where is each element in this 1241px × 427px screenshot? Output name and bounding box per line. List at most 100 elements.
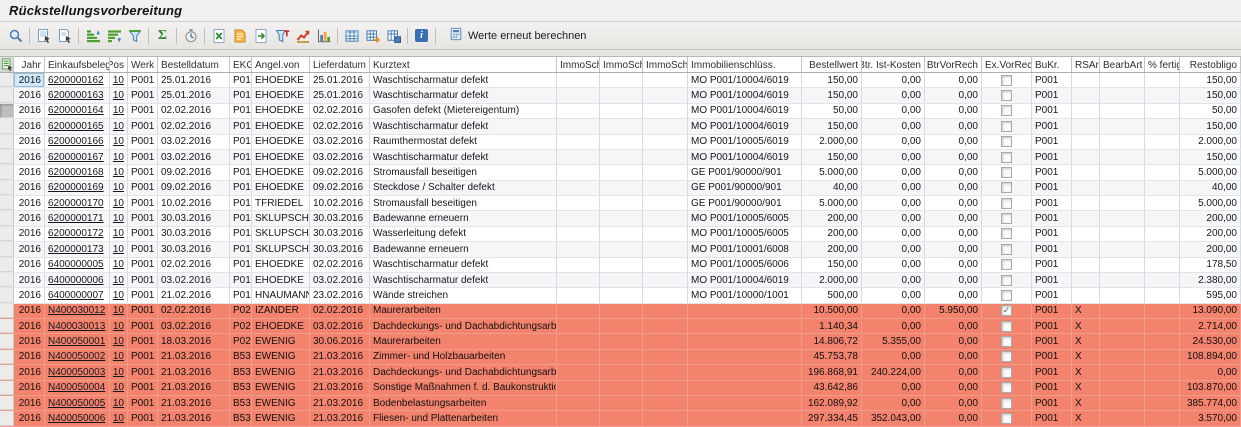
cell-immobilienschluessel[interactable]: MO P001/10004/6019 [688, 119, 802, 133]
cell-prozent-fertig[interactable] [1145, 304, 1180, 318]
ex-vorrech-checkbox[interactable]: ✓ [1001, 305, 1012, 316]
cell-prozent-fertig[interactable] [1145, 258, 1180, 272]
print-icon[interactable] [271, 25, 292, 46]
cell-immoschl-1[interactable] [557, 258, 600, 272]
cell-btr-ist-kosten[interactable]: 0,00 [862, 273, 925, 287]
cell-immoschl-3[interactable] [643, 381, 688, 395]
cell-prozent-fertig[interactable] [1145, 88, 1180, 102]
cell-jahr[interactable]: 2016 [14, 165, 45, 179]
cell-immoschl-1[interactable] [557, 181, 600, 195]
column-header-immobilienschluessel[interactable]: Immobilienschlüss. [688, 57, 802, 72]
cell-pos[interactable]: 10 [110, 242, 128, 256]
cell-werk[interactable]: P001 [128, 334, 158, 348]
cell-restobligo[interactable]: 5.000,00 [1180, 196, 1241, 210]
cell-bearbart[interactable] [1100, 165, 1145, 179]
pos-link[interactable]: 10 [113, 382, 124, 393]
cell-prozent-fertig[interactable] [1145, 150, 1180, 164]
cell-bestellwert[interactable]: 1.140,34 [802, 319, 862, 333]
column-header-immoschl-3[interactable]: ImmoSchl [643, 57, 688, 72]
cell-pos[interactable]: 10 [110, 119, 128, 133]
cell-btrvorrech[interactable]: 0,00 [925, 319, 982, 333]
cell-jahr[interactable]: 2016 [14, 135, 45, 149]
cell-immoschl-2[interactable] [600, 104, 643, 118]
cell-immoschl-3[interactable] [643, 396, 688, 410]
cell-ekg[interactable]: P01 [230, 119, 252, 133]
cell-immoschl-2[interactable] [600, 319, 643, 333]
cell-immobilienschluessel[interactable] [688, 319, 802, 333]
einkaufsbeleg-link[interactable]: N400050003 [48, 367, 105, 378]
cell-immoschl-1[interactable] [557, 288, 600, 302]
cell-immoschl-2[interactable] [600, 365, 643, 379]
ex-vorrech-checkbox[interactable] [1001, 167, 1012, 178]
cell-immobilienschluessel[interactable] [688, 381, 802, 395]
cell-lieferdatum[interactable]: 02.02.2016 [310, 304, 370, 318]
column-header-bestellwert[interactable]: Bestellwert [802, 57, 862, 72]
cell-bestelldatum[interactable]: 03.02.2016 [158, 273, 230, 287]
cell-ex-vorrech[interactable] [982, 396, 1032, 410]
cell-prozent-fertig[interactable] [1145, 350, 1180, 364]
cell-restobligo[interactable]: 150,00 [1180, 150, 1241, 164]
cell-einkaufsbeleg[interactable]: 6200000164 [45, 104, 110, 118]
ex-vorrech-checkbox[interactable] [1001, 336, 1012, 347]
cell-pos[interactable]: 10 [110, 365, 128, 379]
cell-ekg[interactable]: P01 [230, 288, 252, 302]
cell-bearbart[interactable] [1100, 196, 1145, 210]
cell-kurztext[interactable]: Wasserleitung defekt [370, 227, 557, 241]
cell-rsart[interactable] [1072, 288, 1100, 302]
cell-einkaufsbeleg[interactable]: 6200000169 [45, 181, 110, 195]
cell-bestelldatum[interactable]: 18.03.2016 [158, 334, 230, 348]
cell-immoschl-3[interactable] [643, 104, 688, 118]
cell-restobligo[interactable]: 108.894,00 [1180, 350, 1241, 364]
row-selector[interactable] [0, 119, 14, 133]
cell-werk[interactable]: P001 [128, 304, 158, 318]
column-header-bestelldatum[interactable]: Bestelldatum [158, 57, 230, 72]
cell-bukr[interactable]: P001 [1032, 381, 1072, 395]
cell-restobligo[interactable]: 24.530,00 [1180, 334, 1241, 348]
cell-bestellwert[interactable]: 150,00 [802, 88, 862, 102]
cell-restobligo[interactable]: 150,00 [1180, 119, 1241, 133]
einkaufsbeleg-link[interactable]: 6200000168 [48, 167, 104, 178]
cell-bestellwert[interactable]: 297.334,45 [802, 411, 862, 425]
cell-lieferdatum[interactable]: 21.03.2016 [310, 411, 370, 425]
cell-bukr[interactable]: P001 [1032, 273, 1072, 287]
cell-lieferdatum[interactable]: 21.03.2016 [310, 396, 370, 410]
row-selector[interactable] [0, 196, 14, 210]
cell-einkaufsbeleg[interactable]: 6200000165 [45, 119, 110, 133]
cell-bestellwert[interactable]: 2.000,00 [802, 135, 862, 149]
cell-bearbart[interactable] [1100, 88, 1145, 102]
cell-ex-vorrech[interactable] [982, 288, 1032, 302]
cell-ekg[interactable]: B53 [230, 350, 252, 364]
cell-jahr[interactable]: 2016 [14, 411, 45, 425]
cell-immobilienschluessel[interactable]: MO P001/10004/6019 [688, 150, 802, 164]
cell-pos[interactable]: 10 [110, 304, 128, 318]
cell-immobilienschluessel[interactable]: MO P001/10000/1001 [688, 288, 802, 302]
cell-einkaufsbeleg[interactable]: N400050006 [45, 411, 110, 425]
cell-btrvorrech[interactable]: 0,00 [925, 242, 982, 256]
cell-btr-ist-kosten[interactable]: 240.224,00 [862, 365, 925, 379]
cell-bestelldatum[interactable]: 02.02.2016 [158, 304, 230, 318]
cell-bestellwert[interactable]: 196.868,91 [802, 365, 862, 379]
cell-angelvon[interactable]: TFRIEDEL [252, 196, 310, 210]
row-selector[interactable] [0, 411, 14, 425]
cell-prozent-fertig[interactable] [1145, 319, 1180, 333]
cell-bestellwert[interactable]: 500,00 [802, 288, 862, 302]
pos-link[interactable]: 10 [113, 90, 124, 101]
cell-ekg[interactable]: B53 [230, 365, 252, 379]
cell-einkaufsbeleg[interactable]: 6200000163 [45, 88, 110, 102]
pos-link[interactable]: 10 [113, 290, 124, 301]
cell-werk[interactable]: P001 [128, 258, 158, 272]
cell-ekg[interactable]: P01 [230, 73, 252, 87]
cell-bestelldatum[interactable]: 30.03.2016 [158, 211, 230, 225]
ex-vorrech-checkbox[interactable] [1001, 105, 1012, 116]
cell-kurztext[interactable]: Gasofen defekt (Mietereigentum) [370, 104, 557, 118]
cell-restobligo[interactable]: 3.570,00 [1180, 411, 1241, 425]
row-selector[interactable] [0, 258, 14, 272]
cell-angelvon[interactable]: EHOEDKE [252, 165, 310, 179]
sort-descending-icon[interactable] [103, 25, 124, 46]
cell-einkaufsbeleg[interactable]: 6200000171 [45, 211, 110, 225]
column-header-bearbart[interactable]: BearbArt [1100, 57, 1145, 72]
einkaufsbeleg-link[interactable]: N400050005 [48, 398, 105, 409]
cell-ex-vorrech[interactable] [982, 242, 1032, 256]
cell-angelvon[interactable]: EWENIG [252, 411, 310, 425]
cell-prozent-fertig[interactable] [1145, 165, 1180, 179]
